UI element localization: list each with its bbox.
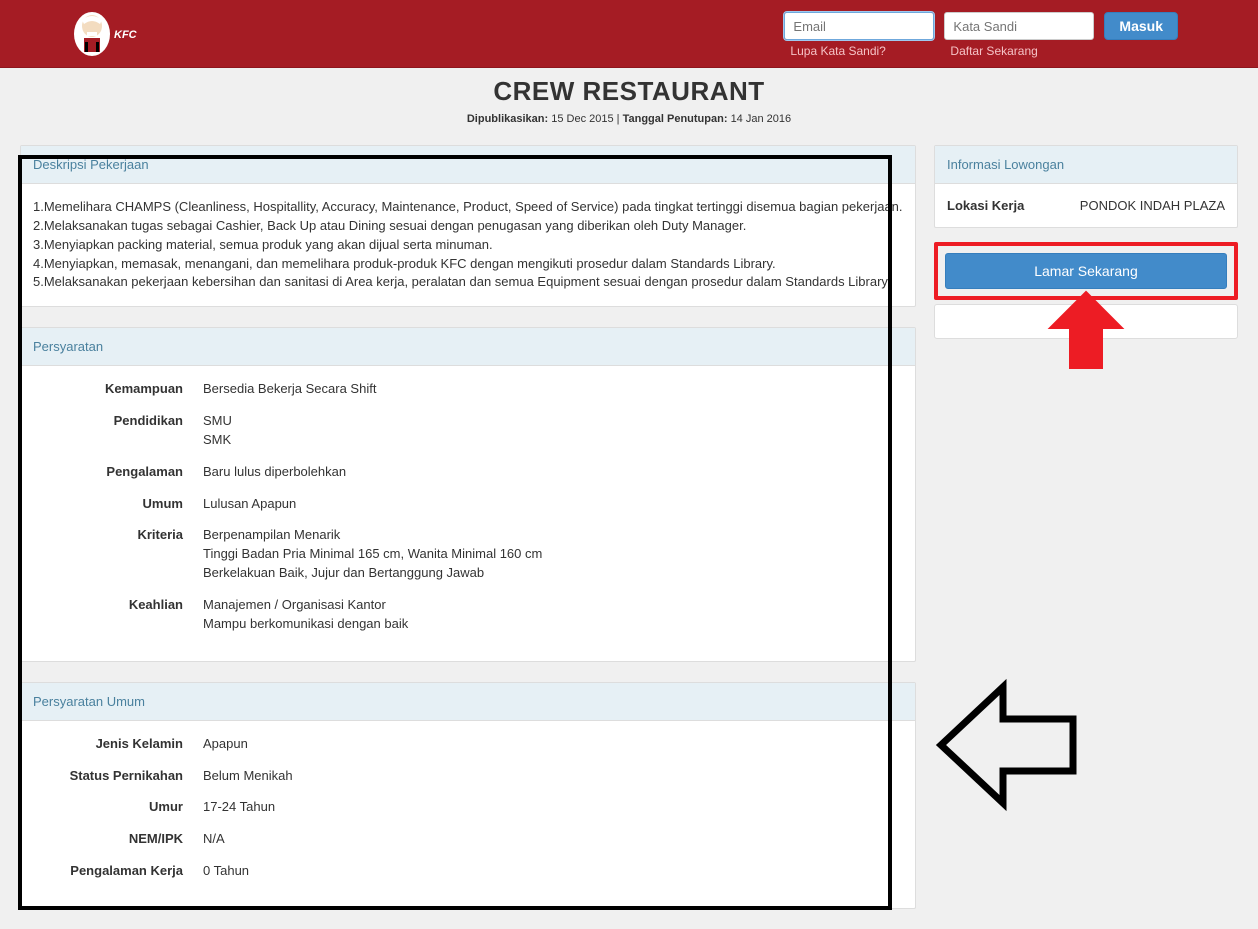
- requirement-label: Pengalaman Kerja: [33, 862, 203, 881]
- job-description-panel: Deskripsi Pekerjaan 1.Memelihara CHAMPS …: [20, 145, 916, 307]
- requirement-row: KriteriaBerpenampilan MenarikTinggi Bada…: [33, 526, 903, 583]
- requirement-row: PendidikanSMUSMK: [33, 412, 903, 450]
- requirement-value: N/A: [203, 830, 903, 849]
- requirement-value: Lulusan Apapun: [203, 495, 903, 514]
- requirement-row: PengalamanBaru lulus diperbolehkan: [33, 463, 903, 482]
- published-label: Dipublikasikan:: [467, 113, 548, 125]
- requirements-panel: Persyaratan KemampuanBersedia Bekerja Se…: [20, 327, 916, 661]
- requirement-label: Pengalaman: [33, 463, 203, 482]
- requirement-label: Umur: [33, 798, 203, 817]
- page-title: CREW RESTAURANT: [0, 76, 1258, 107]
- requirement-value: Berpenampilan MenarikTinggi Badan Pria M…: [203, 526, 903, 583]
- requirement-row: KemampuanBersedia Bekerja Secara Shift: [33, 380, 903, 399]
- requirement-label: Kemampuan: [33, 380, 203, 399]
- description-line: 4.Menyiapkan, memasak, menangani, dan me…: [33, 255, 903, 274]
- login-area: Masuk Lupa Kata Sandi? Daftar Sekarang: [784, 12, 1178, 58]
- requirement-value: Baru lulus diperbolehkan: [203, 463, 903, 482]
- location-value: PONDOK INDAH PLAZA: [1080, 198, 1225, 213]
- svg-text:KFC: KFC: [114, 29, 138, 41]
- requirement-value: Belum Menikah: [203, 767, 903, 786]
- general-requirements-body: Jenis KelaminApapunStatus PernikahanBelu…: [21, 721, 915, 908]
- published-date: 15 Dec 2015: [551, 113, 613, 125]
- requirement-label: NEM/IPK: [33, 830, 203, 849]
- publication-line: Dipublikasikan: 15 Dec 2015 | Tanggal Pe…: [0, 113, 1258, 125]
- kfc-logo[interactable]: KFC: [70, 8, 138, 60]
- login-button[interactable]: Masuk: [1104, 12, 1178, 40]
- requirement-label: Pendidikan: [33, 412, 203, 450]
- job-description-heading: Deskripsi Pekerjaan: [21, 146, 915, 184]
- apply-button[interactable]: Lamar Sekarang: [945, 253, 1227, 289]
- forgot-password-link[interactable]: Lupa Kata Sandi?: [784, 44, 934, 58]
- closing-date: 14 Jan 2016: [731, 113, 792, 125]
- email-input[interactable]: [784, 12, 934, 40]
- description-line: 5.Melaksanakan pekerjaan kebersihan dan …: [33, 273, 903, 292]
- main-content: Deskripsi Pekerjaan 1.Memelihara CHAMPS …: [20, 145, 916, 929]
- annotation-red-arrow-icon: [1040, 288, 1132, 377]
- requirement-value: 17-24 Tahun: [203, 798, 903, 817]
- requirement-row: KeahlianManajemen / Organisasi KantorMam…: [33, 596, 903, 634]
- requirements-heading: Persyaratan: [21, 328, 915, 366]
- requirement-row: UmumLulusan Apapun: [33, 495, 903, 514]
- requirement-label: Keahlian: [33, 596, 203, 634]
- requirement-value: SMUSMK: [203, 412, 903, 450]
- requirements-body: KemampuanBersedia Bekerja Secara ShiftPe…: [21, 366, 915, 660]
- general-requirements-panel: Persyaratan Umum Jenis KelaminApapunStat…: [20, 682, 916, 909]
- requirement-value: Manajemen / Organisasi KantorMampu berko…: [203, 596, 903, 634]
- requirement-label: Status Pernikahan: [33, 767, 203, 786]
- requirement-value: Bersedia Bekerja Secara Shift: [203, 380, 903, 399]
- requirement-row: Jenis KelaminApapun: [33, 735, 903, 754]
- requirement-label: Jenis Kelamin: [33, 735, 203, 754]
- annotation-black-arrow-icon: [933, 675, 1083, 818]
- sidebar: Informasi Lowongan Lokasi Kerja PONDOK I…: [934, 145, 1238, 339]
- description-line: 1.Memelihara CHAMPS (Cleanliness, Hospit…: [33, 198, 903, 217]
- description-line: 2.Melaksanakan tugas sebagai Cashier, Ba…: [33, 217, 903, 236]
- requirement-row: NEM/IPKN/A: [33, 830, 903, 849]
- description-line: 3.Menyiapkan packing material, semua pro…: [33, 236, 903, 255]
- job-info-heading: Informasi Lowongan: [935, 146, 1237, 184]
- password-input[interactable]: [944, 12, 1094, 40]
- requirement-row: Pengalaman Kerja0 Tahun: [33, 862, 903, 881]
- requirement-value: 0 Tahun: [203, 862, 903, 881]
- requirement-label: Kriteria: [33, 526, 203, 583]
- requirement-label: Umum: [33, 495, 203, 514]
- job-info-panel: Informasi Lowongan Lokasi Kerja PONDOK I…: [934, 145, 1238, 228]
- requirement-value: Apapun: [203, 735, 903, 754]
- general-requirements-heading: Persyaratan Umum: [21, 683, 915, 721]
- job-description-body: 1.Memelihara CHAMPS (Cleanliness, Hospit…: [21, 184, 915, 306]
- requirement-row: Umur17-24 Tahun: [33, 798, 903, 817]
- location-label: Lokasi Kerja: [947, 198, 1024, 213]
- closing-label: Tanggal Penutupan:: [623, 113, 728, 125]
- register-link[interactable]: Daftar Sekarang: [944, 44, 1094, 58]
- requirement-row: Status PernikahanBelum Menikah: [33, 767, 903, 786]
- site-header: KFC Masuk Lupa Kata Sandi? Daftar Sekara…: [0, 0, 1258, 68]
